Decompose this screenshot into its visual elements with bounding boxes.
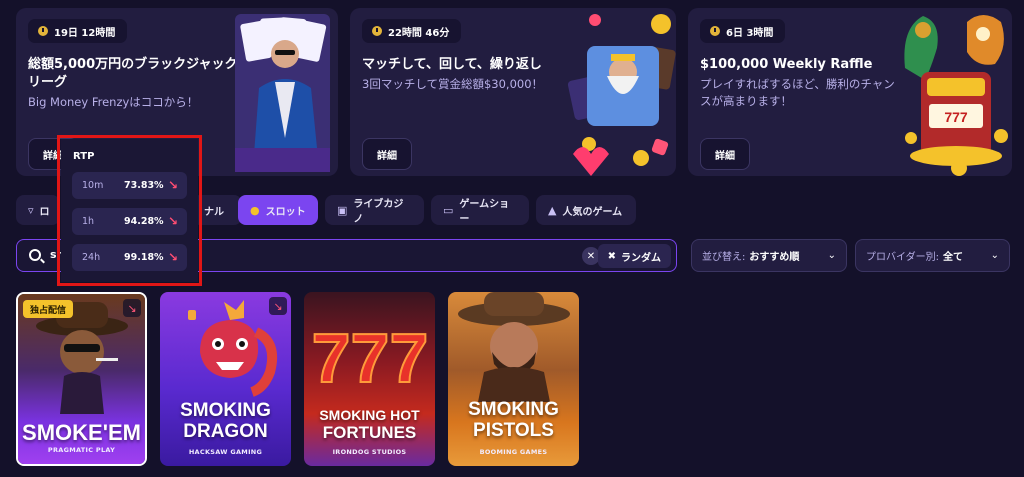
- promo-timer: 6日 3時間: [700, 19, 786, 43]
- promo-detail-button[interactable]: 詳細: [362, 138, 412, 170]
- exclusive-badge: 独占配信: [23, 300, 74, 318]
- promo-title: $100,000 Weekly Raffle: [700, 57, 873, 72]
- clock-icon: [38, 26, 48, 36]
- chevron-down-icon: ⌄: [990, 250, 999, 261]
- shuffle-icon: ✖: [607, 250, 616, 262]
- game-card-smokeem[interactable]: 独占配信 ↘ SMOKE'EM PRAGMATIC PLAY: [16, 292, 147, 466]
- game-card-smoking-dragon[interactable]: ↘ SMOKING DRAGON HACKSAW GAMING: [160, 292, 291, 466]
- game-card-smoking-hot-fortunes[interactable]: 777 SMOKING HOT FORTUNES IRONDOG STUDIOS: [304, 292, 435, 466]
- promo-image-blackjack: [223, 8, 338, 176]
- game-title: SMOKING HOT: [319, 407, 420, 423]
- sort-dropdown[interactable]: 並び替え: おすすめ順 ⌄: [691, 239, 847, 272]
- promo-subtitle: プレイすればするほど、勝利のチャンスが高まります！: [700, 77, 895, 108]
- tab-live-casino[interactable]: ▣ ライブカジノ: [325, 195, 424, 225]
- game-title: PISTOLS: [473, 420, 554, 441]
- search-icon: [29, 249, 41, 261]
- cards-icon: ▣: [337, 203, 348, 217]
- promo-card-match[interactable]: 22時間 46分 マッチして、回して、繰り返し 3回マッチして賞金総額$30,0…: [350, 8, 676, 176]
- game-title: SMOKE'EM: [22, 420, 141, 445]
- tv-icon: ▭: [443, 203, 454, 217]
- promo-subtitle: Big Money Frenzyはココから！: [28, 95, 199, 109]
- svg-text:777: 777: [312, 319, 429, 397]
- game-title: DRAGON: [183, 421, 268, 442]
- game-studio: PRAGMATIC PLAY: [47, 446, 116, 454]
- promo-image-tiger-dragon-slot: 777: [897, 8, 1012, 176]
- game-studio: IRONDOG STUDIOS: [332, 448, 407, 456]
- random-button[interactable]: ✖ ランダム: [597, 244, 671, 268]
- promo-title: 総額5,000万円のブラックジャックリーグ: [28, 57, 238, 90]
- promo-title: マッチして、回して、繰り返し: [362, 57, 542, 72]
- game-title: FORTUNES: [322, 423, 417, 442]
- flame-icon: ▲: [548, 203, 557, 217]
- tab-popular[interactable]: ▲ 人気のゲーム: [536, 195, 636, 225]
- game-title: SMOKING: [180, 400, 271, 421]
- rtp-highlight-frame: [57, 135, 202, 286]
- tab-slots[interactable]: ● スロット: [238, 195, 318, 225]
- promo-timer: 19日 12時間: [28, 19, 128, 43]
- cocktail-icon: ▿: [28, 203, 34, 217]
- tab-lobby[interactable]: ▿ ロ: [16, 195, 60, 225]
- game-card-smoking-pistols[interactable]: SMOKING PISTOLS BOOMING GAMES: [448, 292, 579, 466]
- promo-detail-button[interactable]: 詳細: [700, 138, 750, 170]
- svg-text:777: 777: [944, 109, 968, 125]
- promo-card-raffle[interactable]: 6日 3時間 $100,000 Weekly Raffle プレイすればするほど…: [688, 8, 1012, 176]
- promo-subtitle: 3回マッチして賞金総額$30,000！: [362, 77, 544, 91]
- game-title: SMOKING: [468, 399, 559, 420]
- promo-image-zeus: [561, 8, 676, 176]
- chevron-down-icon: ⌄: [827, 250, 836, 261]
- provider-dropdown[interactable]: プロバイダー別: 全て ⌄: [855, 239, 1010, 272]
- rtp-down-arrow-icon[interactable]: ↘: [269, 297, 287, 315]
- game-studio: HACKSAW GAMING: [188, 448, 263, 456]
- promo-timer: 22時間 46分: [362, 19, 462, 43]
- game-studio: BOOMING GAMES: [479, 448, 548, 456]
- cherries-icon: ●: [250, 203, 260, 217]
- clock-icon: [710, 26, 720, 36]
- clock-icon: [372, 26, 382, 36]
- rtp-down-arrow-icon[interactable]: ↘: [123, 299, 141, 317]
- tab-game-show[interactable]: ▭ ゲームショー: [431, 195, 529, 225]
